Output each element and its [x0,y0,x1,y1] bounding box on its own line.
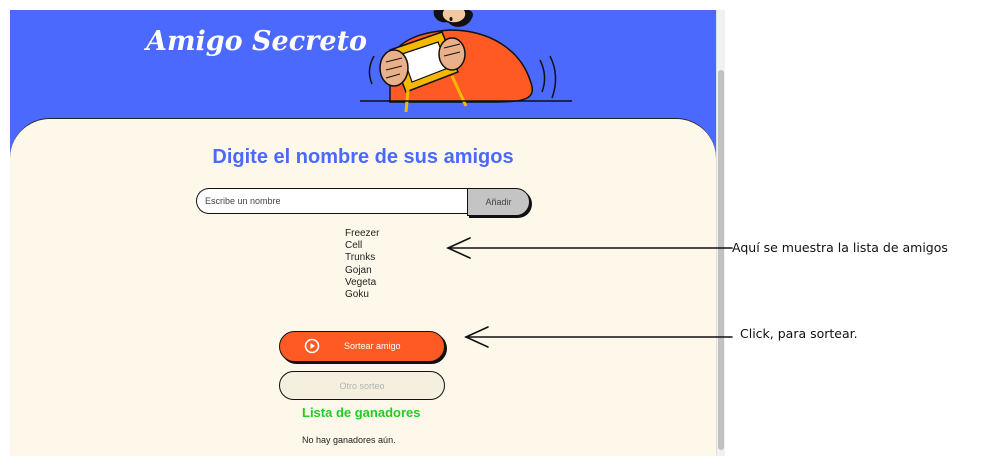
annotation-arrows [446,237,733,348]
arrow-to-draw-button [464,326,733,348]
arrow-to-list [446,237,733,259]
annotation-list: Aquí se muestra la lista de amigos [732,240,948,255]
annotation-draw: Click, para sortear. [740,326,858,341]
